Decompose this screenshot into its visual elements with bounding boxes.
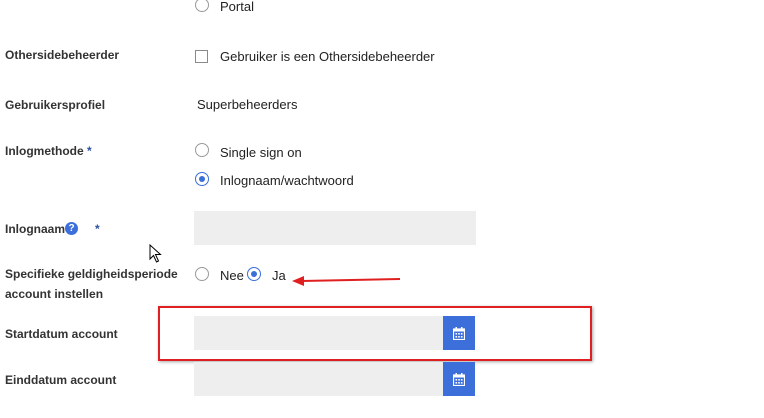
inlogmethode-label-text: Inlogmethode [5, 144, 84, 158]
geldigheid-label-line2: account instellen [5, 287, 104, 301]
einddatum-calendar-button[interactable] [443, 362, 475, 396]
inlognaam-input[interactable] [194, 211, 476, 245]
radio-ja-label: Ja [272, 268, 286, 283]
radio-single-sign-on-label: Single sign on [220, 145, 302, 160]
required-marker: * [87, 144, 92, 158]
required-marker: * [95, 222, 100, 236]
calendar-icon [453, 372, 465, 386]
annotation-arrow [292, 276, 401, 286]
startdatum-label: Startdatum account [5, 327, 118, 341]
gebruikersprofiel-label: Gebruikersprofiel [5, 98, 106, 112]
radio-portal-label: Portal [220, 0, 254, 14]
gebruikersprofiel-value: Superbeheerders [197, 97, 298, 112]
annotation-highlight-box [158, 306, 592, 361]
radio-inlognaam-wachtwoord-label: Inlognaam/wachtwoord [220, 173, 354, 188]
inlogmethode-label: Inlogmethode * [5, 141, 92, 161]
help-icon[interactable]: ? [65, 222, 78, 235]
radio-nee[interactable] [195, 267, 209, 281]
othersidebeheerder-checkbox[interactable] [195, 50, 208, 63]
mouse-cursor-icon [149, 244, 162, 263]
geldigheid-label-line1: Specifieke geldigheidsperiode [5, 267, 178, 281]
othersidebeheerder-label: Othersidebeheerder [5, 48, 120, 62]
radio-single-sign-on[interactable] [195, 143, 209, 157]
radio-inlognaam-wachtwoord[interactable] [195, 172, 209, 186]
einddatum-input[interactable] [194, 362, 444, 396]
radio-nee-label: Nee [220, 268, 244, 283]
einddatum-label: Einddatum account [5, 373, 117, 387]
inlognaam-label: Inlognaam [5, 222, 66, 236]
radio-portal[interactable] [195, 0, 209, 12]
othersidebeheerder-checkbox-label: Gebruiker is een Othersidebeheerder [220, 49, 435, 64]
radio-ja[interactable] [247, 267, 261, 281]
